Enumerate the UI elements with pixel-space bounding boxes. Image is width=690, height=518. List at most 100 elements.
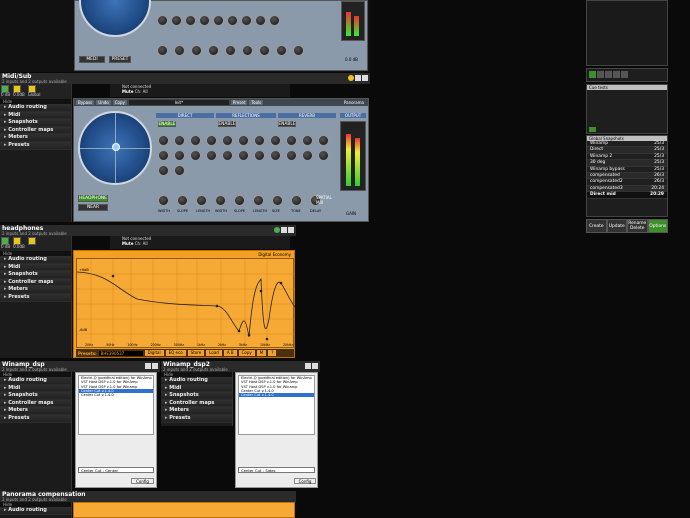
update-button[interactable]: Update — [606, 219, 627, 233]
knob[interactable] — [302, 135, 313, 146]
channel-select[interactable]: Ch: All — [135, 241, 148, 246]
menu-controller-maps[interactable]: Controller maps — [0, 126, 71, 135]
knob[interactable] — [286, 135, 297, 146]
preset-dropdown[interactable]: Center Cut - Sides — [238, 467, 315, 473]
knob[interactable] — [238, 150, 249, 161]
global-icon[interactable] — [27, 237, 36, 245]
minimize-icon[interactable] — [355, 75, 361, 81]
menu-audio-routing[interactable]: Audio routing — [0, 104, 71, 112]
knob[interactable] — [222, 150, 233, 161]
copy-button[interactable]: Copy — [238, 350, 255, 356]
knob[interactable] — [270, 150, 281, 161]
enable-reflections-toggle[interactable]: ENABLE — [218, 121, 236, 127]
help-button[interactable]: ? — [268, 350, 277, 356]
tools-menu[interactable]: Tools — [249, 100, 264, 105]
help-icon[interactable] — [348, 75, 354, 81]
menu-presets[interactable]: Presets — [161, 414, 232, 423]
menu-button[interactable]: M — [256, 350, 267, 356]
close-icon[interactable] — [312, 363, 318, 369]
knob[interactable] — [318, 135, 329, 146]
menu-meters[interactable]: Meters — [0, 407, 71, 415]
enable-reverb-toggle[interactable]: ENABLE — [278, 121, 296, 127]
near-mode-button[interactable]: NEAR — [78, 204, 108, 211]
mute-button[interactable]: Mute — [122, 89, 133, 94]
knob[interactable] — [291, 195, 302, 206]
eq-graph[interactable]: +6dB -6dB 20Hz 50Hz 100Hz 200Hz 500Hz 1k… — [76, 258, 295, 349]
knob[interactable] — [286, 150, 297, 161]
knob[interactable] — [254, 135, 265, 146]
knob[interactable] — [158, 135, 169, 146]
knob[interactable] — [276, 45, 287, 56]
knob[interactable] — [272, 195, 283, 206]
dsp-list[interactable]: Electri-Q (postfinal edition) for WinAmp… — [238, 375, 315, 435]
dsp-list[interactable]: Electri-Q (postfinal edition) for WinAmp… — [78, 375, 154, 435]
eq-eco-button[interactable]: EQ eco — [165, 350, 186, 356]
preset-button[interactable]: PRESET — [109, 56, 131, 63]
eq-curve-svg[interactable] — [77, 259, 295, 349]
knob[interactable] — [206, 135, 217, 146]
knob[interactable] — [185, 15, 196, 26]
tool-icon[interactable] — [613, 71, 620, 78]
menu-midi[interactable]: Midi — [0, 384, 71, 393]
knob[interactable] — [269, 15, 280, 26]
knob[interactable] — [174, 45, 185, 56]
knob[interactable] — [174, 135, 185, 146]
menu-midi[interactable]: Midi — [161, 384, 232, 393]
panorama-radar[interactable] — [78, 111, 152, 185]
close-icon[interactable] — [362, 75, 368, 81]
knob[interactable] — [242, 45, 253, 56]
config-button[interactable]: Config — [294, 478, 316, 484]
digital-button[interactable]: Digital — [144, 350, 164, 356]
knob[interactable] — [174, 150, 185, 161]
knob[interactable] — [158, 150, 169, 161]
close-icon[interactable] — [152, 363, 158, 369]
knob[interactable] — [174, 165, 185, 176]
menu-snapshots[interactable]: Snapshots — [0, 392, 71, 400]
menu-meters[interactable]: Meters — [0, 134, 71, 142]
preset-dropdown[interactable]: Center Cut - Center — [78, 467, 154, 473]
ab-button[interactable]: A B — [223, 350, 237, 356]
options-button[interactable]: Options — [647, 219, 668, 233]
cue-toggle[interactable] — [589, 127, 596, 132]
panorama-comp-header[interactable]: Panorama compensation 2 inputs and 2 out… — [0, 491, 296, 502]
list-item[interactable]: Center Cut v.1.4.0 — [239, 393, 314, 398]
menu-meters[interactable]: Meters — [0, 286, 71, 294]
list-item[interactable]: Center Cut v.1.4.0 — [79, 393, 153, 397]
store-button[interactable]: Store — [187, 350, 205, 356]
menu-presets[interactable]: Presets — [0, 141, 71, 150]
top-radar-display[interactable] — [79, 0, 151, 37]
knob[interactable] — [253, 195, 264, 206]
knob[interactable] — [222, 135, 233, 146]
knob[interactable] — [254, 150, 265, 161]
knob[interactable] — [293, 45, 304, 56]
menu-audio-routing[interactable]: Audio routing — [0, 507, 71, 515]
undo-button[interactable]: Undo — [96, 100, 111, 105]
menu-audio-routing[interactable]: Audio routing — [0, 377, 71, 385]
tool-icon[interactable] — [621, 71, 628, 78]
copy-button[interactable]: Copy — [112, 100, 127, 105]
menu-snapshots[interactable]: Snapshots — [0, 271, 71, 279]
preset-name[interactable]: Init* — [128, 100, 229, 105]
knob[interactable] — [190, 135, 201, 146]
knob[interactable] — [234, 195, 245, 206]
knob[interactable] — [259, 45, 270, 56]
knob[interactable] — [213, 15, 224, 26]
config-button[interactable]: Config — [131, 478, 154, 484]
tool-icon[interactable] — [597, 71, 604, 78]
menu-controller-maps[interactable]: Controller maps — [0, 278, 71, 287]
tool-icon[interactable] — [605, 71, 612, 78]
menu-snapshots[interactable]: Snapshots — [161, 392, 232, 400]
create-button[interactable]: Create — [586, 219, 607, 233]
menu-midi[interactable]: Midi — [0, 111, 71, 120]
rename-delete-button[interactable]: Rename Delete — [627, 219, 648, 233]
mute-button[interactable]: Mute — [122, 241, 133, 246]
bypass-button[interactable]: Bypass — [76, 100, 95, 105]
menu-presets[interactable]: Presets — [0, 414, 71, 423]
knob[interactable] — [158, 165, 169, 176]
knob[interactable] — [199, 15, 210, 26]
menu-controller-maps[interactable]: Controller maps — [0, 399, 71, 408]
knob[interactable] — [225, 45, 236, 56]
knob[interactable] — [238, 135, 249, 146]
knob[interactable] — [302, 150, 313, 161]
knob[interactable] — [158, 195, 169, 206]
